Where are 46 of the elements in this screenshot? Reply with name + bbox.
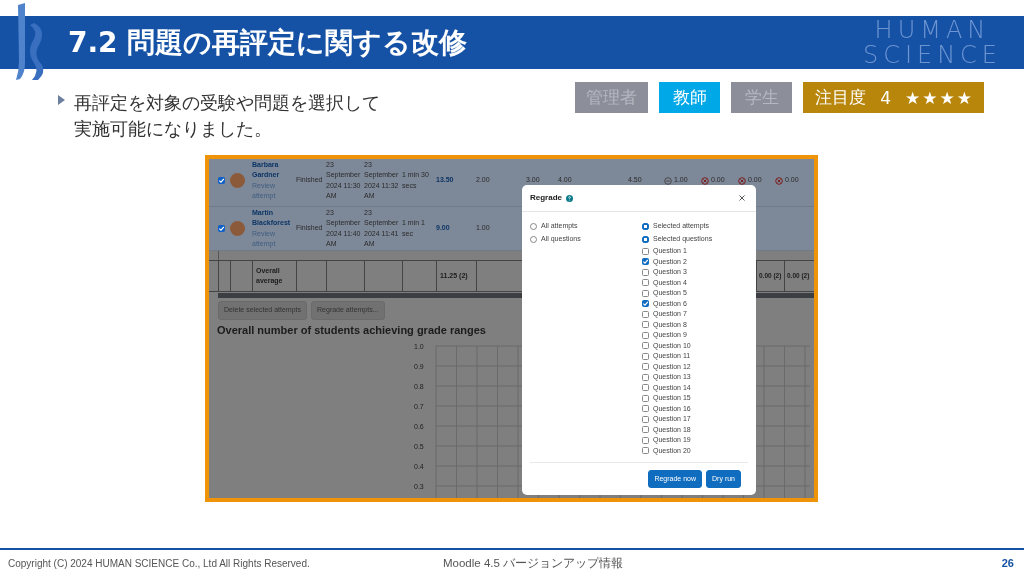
copyright-text: Copyright (C) 2024 HUMAN SCIENCE Co., Ltd All Rights Reserved.: [8, 557, 311, 569]
star-icon: ★: [922, 87, 938, 108]
checkbox[interactable]: [218, 225, 225, 232]
section-heading: Overall number of students achieving grade ranges: [217, 322, 486, 338]
checkbox[interactable]: [642, 426, 649, 434]
checkbox[interactable]: [218, 177, 225, 184]
slide-title: 7.2 問題の再評定に関する改修: [68, 24, 468, 61]
page-number: 26: [1001, 557, 1014, 569]
checkbox[interactable]: [642, 415, 649, 423]
cross-circle-icon: [738, 176, 746, 185]
checkbox[interactable]: [642, 258, 649, 266]
bullet-icon: [58, 95, 65, 105]
bullet-text: 再評定を対象の受験や問題を選択して 実施可能になりました。: [74, 91, 380, 141]
checkbox[interactable]: [642, 279, 649, 287]
rating-value: 4: [880, 87, 891, 108]
checkbox[interactable]: [642, 331, 649, 339]
role-badge: 教師: [659, 82, 721, 113]
avatar: [230, 173, 245, 188]
star-icon: ★: [956, 87, 972, 108]
checkbox[interactable]: [642, 363, 649, 371]
checkbox[interactable]: [642, 352, 649, 360]
cross-circle-icon: [701, 176, 709, 185]
checkbox[interactable]: [642, 436, 649, 444]
star-icon: ★: [939, 87, 955, 108]
star-icon: ★: [905, 87, 921, 108]
checkbox[interactable]: [642, 447, 649, 455]
footer-topic: Moodle 4.5 バージョンアップ情報: [443, 555, 624, 571]
checkbox[interactable]: [642, 373, 649, 381]
close-icon: [739, 194, 745, 201]
cross-circle-icon: [775, 176, 783, 185]
checkbox[interactable]: [642, 342, 649, 350]
checkbox[interactable]: [642, 310, 649, 318]
checkbox[interactable]: [642, 321, 649, 329]
checkbox[interactable]: [642, 394, 649, 402]
rating-label: 注目度: [815, 86, 867, 109]
checkbox[interactable]: [642, 405, 649, 413]
checkbox[interactable]: [642, 247, 649, 255]
avatar: [230, 221, 245, 236]
checkbox[interactable]: [642, 384, 649, 392]
checkbox[interactable]: [642, 300, 649, 308]
help-icon[interactable]: [566, 194, 573, 202]
checkbox[interactable]: [642, 268, 649, 276]
dialog-title: Regrade: [530, 192, 562, 204]
checkbox[interactable]: [642, 289, 649, 297]
minus-circle-icon: [664, 176, 672, 185]
brand-logo-text: HUMAN SCIENCE: [862, 17, 1002, 68]
